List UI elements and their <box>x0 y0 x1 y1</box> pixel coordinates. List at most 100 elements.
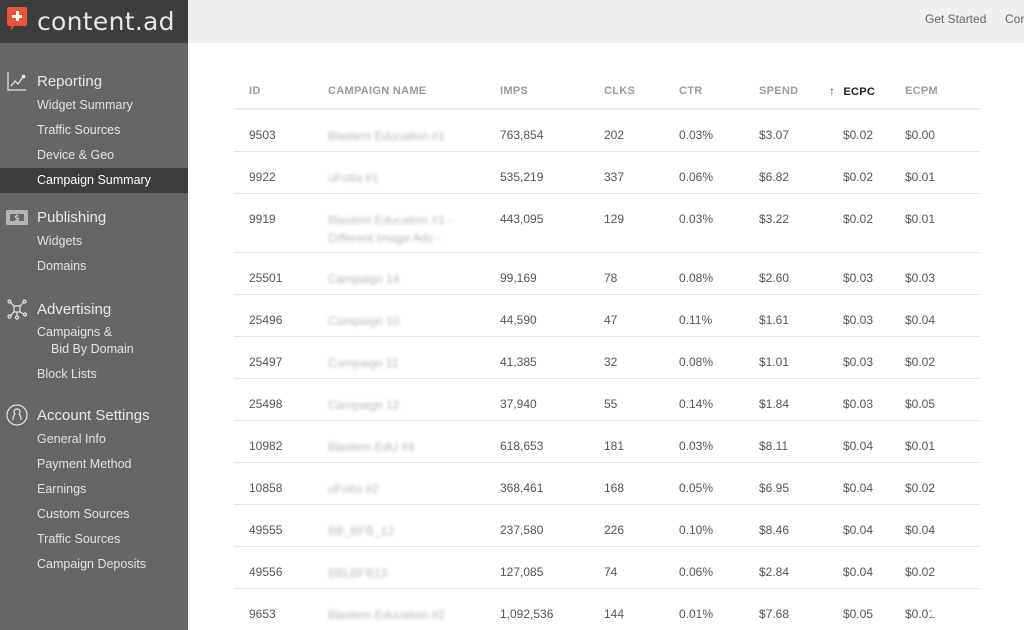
sidebar-item-campaign-deposits[interactable]: Campaign Deposits <box>0 552 188 577</box>
cell-name[interactable]: Blastem Education #2 <box>328 588 500 630</box>
cell-ecpm: $0.04 <box>905 504 980 547</box>
cell-ecpc: $0.03 <box>829 336 905 379</box>
table-row[interactable]: 49556 BBLBFB13 127,085 74 0.06% $2.84 $0.04 $0.… <box>234 546 980 589</box>
cell-ecpc: $0.04 <box>829 462 905 505</box>
cell-ecpc: $0.02 <box>829 109 905 152</box>
cell-name[interactable]: Blastem Education #1 - Different Image A… <box>328 193 500 253</box>
cell-imps: 443,095 <box>500 193 604 253</box>
cell-clks: 168 <box>604 462 679 505</box>
sidebar-item-widget-summary[interactable]: Widget Summary <box>0 93 188 118</box>
sidebar-item-payment-method[interactable]: Payment Method <box>0 452 188 477</box>
section-title: Reporting <box>37 72 103 90</box>
table-row[interactable]: 25498 Campaign 12 37,940 55 0.14% $1.84 $0.03 $… <box>234 378 980 421</box>
column-header-ecpm[interactable]: ECPM <box>905 73 980 110</box>
cell-ecpc: $0.02 <box>829 193 905 253</box>
sidebar-item-campaigns-bid-by-domain[interactable]: Campaigns & Bid By Domain <box>0 321 188 362</box>
user-circle-icon <box>6 404 28 426</box>
sidebar-item-campaign-summary[interactable]: Campaign Summary <box>0 168 188 193</box>
cell-ecpc: $0.03 <box>829 294 905 337</box>
logo[interactable]: content.ad <box>0 0 188 43</box>
sidebar-item-custom-sources[interactable]: Custom Sources <box>0 502 188 527</box>
cell-ecpm: $0.02 <box>905 546 980 589</box>
sidebar-item-widgets[interactable]: Widgets <box>0 229 188 254</box>
column-header-imps[interactable]: IMPS <box>500 73 604 110</box>
cell-spend: $2.60 <box>759 252 829 295</box>
cell-ctr: 0.06% <box>679 546 759 589</box>
section-header-publishing[interactable]: $ Publishing <box>0 205 188 229</box>
table-row[interactable]: 25501 Campaign 14 99,169 78 0.08% $2.60 $0.03 $… <box>234 252 980 295</box>
column-header-ecpc[interactable]: ↑ ECPC <box>829 73 905 110</box>
cell-name[interactable]: uFotta #2 <box>328 462 500 505</box>
cell-spend: $6.95 <box>759 462 829 505</box>
sidebar-item-earnings[interactable]: Earnings <box>0 477 188 502</box>
table-row[interactable]: 9919 Blastem Education #1 - Different Ima… <box>234 193 980 253</box>
cell-ctr: 0.05% <box>679 462 759 505</box>
sidebar-item-traffic-sources-settings[interactable]: Traffic Sources <box>0 527 188 552</box>
cell-ecpc: $0.05 <box>829 588 905 630</box>
cell-ecpc: $0.04 <box>829 546 905 589</box>
cell-id: 49556 <box>234 546 328 589</box>
sidebar-item-traffic-sources[interactable]: Traffic Sources <box>0 118 188 143</box>
table-row[interactable]: 9922 uFotta #1 535,219 337 0.06% $6.82 $0.02 $0… <box>234 151 980 194</box>
table-row[interactable]: 10982 Blastem EdU #4 618,653 181 0.03% $8.11 $… <box>234 420 980 463</box>
sidebar-nav: Reporting Widget Summary Traffic Sources… <box>0 43 188 577</box>
column-header-clks[interactable]: CLKS <box>604 73 679 110</box>
cell-ecpm: $0.01 <box>905 151 980 194</box>
section-publishing: $ Publishing Widgets Domains <box>0 205 188 279</box>
cell-ctr: 0.08% <box>679 252 759 295</box>
cell-ecpm: $0.02 <box>905 336 980 379</box>
cell-ecpm: $0.00 <box>905 109 980 152</box>
cell-name[interactable]: Blastem Education #1 <box>328 109 500 152</box>
cell-ecpc: $0.03 <box>829 378 905 421</box>
cell-imps: 37,940 <box>500 378 604 421</box>
column-header-campaign-name[interactable]: CAMPAIGN NAME <box>328 73 500 110</box>
table-row[interactable]: 25497 Campaign 11 41,385 32 0.08% $1.01 $0.03 $… <box>234 336 980 379</box>
table-row[interactable]: 49555 BB_BFB_12 237,580 226 0.10% $8.46 $0.04 $… <box>234 504 980 547</box>
column-header-spend[interactable]: SPEND <box>759 73 829 110</box>
table-row[interactable]: 25496 Campaign 10 44,590 47 0.11% $1.61 $0.03 $… <box>234 294 980 337</box>
cell-spend: $8.11 <box>759 420 829 463</box>
contact-link[interactable]: Con <box>1005 12 1024 26</box>
cell-name[interactable]: BB_BFB_12 <box>328 504 500 547</box>
cell-name[interactable]: Blastem EdU #4 <box>328 420 500 463</box>
section-header-account-settings[interactable]: Account Settings <box>0 403 188 427</box>
cell-imps: 127,085 <box>500 546 604 589</box>
section-header-advertising[interactable]: Advertising <box>0 297 188 321</box>
svg-text:$: $ <box>14 214 20 224</box>
brand-name: content.ad <box>37 7 175 36</box>
get-started-link[interactable]: Get Started <box>925 12 986 26</box>
sidebar-item-general-info[interactable]: General Info <box>0 427 188 452</box>
cell-spend: $2.84 <box>759 546 829 589</box>
cell-name[interactable]: Campaign 12 <box>328 378 500 421</box>
cell-name[interactable]: Campaign 10 <box>328 294 500 337</box>
sidebar-item-block-lists[interactable]: Block Lists <box>0 362 188 387</box>
cell-ctr: 0.03% <box>679 193 759 253</box>
cell-imps: 237,580 <box>500 504 604 547</box>
cell-name[interactable]: BBLBFB13 <box>328 546 500 589</box>
column-header-id[interactable]: ID <box>234 73 328 110</box>
section-header-reporting[interactable]: Reporting <box>0 69 188 93</box>
cell-clks: 32 <box>604 336 679 379</box>
section-title: Publishing <box>37 208 107 226</box>
table-row[interactable]: 9503 Blastem Education #1 763,854 202 0.03% $… <box>234 109 980 152</box>
cell-ecpm: $0.01 <box>905 193 980 253</box>
sidebar-item-device-geo[interactable]: Device & Geo <box>0 143 188 168</box>
cell-id: 25498 <box>234 378 328 421</box>
sidebar-item-domains[interactable]: Domains <box>0 254 188 279</box>
cell-ecpm: $0.02 <box>905 462 980 505</box>
cell-clks: 47 <box>604 294 679 337</box>
table-row[interactable]: 9653 Blastem Education #2 1,092,536 144 0.01… <box>234 588 980 630</box>
cell-name[interactable]: uFotta #1 <box>328 151 500 194</box>
column-header-ctr[interactable]: CTR <box>679 73 759 110</box>
cell-imps: 99,169 <box>500 252 604 295</box>
cell-spend: $1.84 <box>759 378 829 421</box>
cell-name[interactable]: Campaign 14 <box>328 252 500 295</box>
cell-name[interactable]: Campaign 11 <box>328 336 500 379</box>
cell-clks: 202 <box>604 109 679 152</box>
cell-spend: $7.68 <box>759 588 829 630</box>
table-header-row: ID CAMPAIGN NAME IMPS CLKS CTR SPEND ↑ EC… <box>234 73 980 110</box>
table-row[interactable]: 10858 uFotta #2 368,461 168 0.05% $6.95 $0.04 $… <box>234 462 980 505</box>
cell-imps: 44,590 <box>500 294 604 337</box>
cell-id: 9653 <box>234 588 328 630</box>
cell-ecpc: $0.04 <box>829 420 905 463</box>
